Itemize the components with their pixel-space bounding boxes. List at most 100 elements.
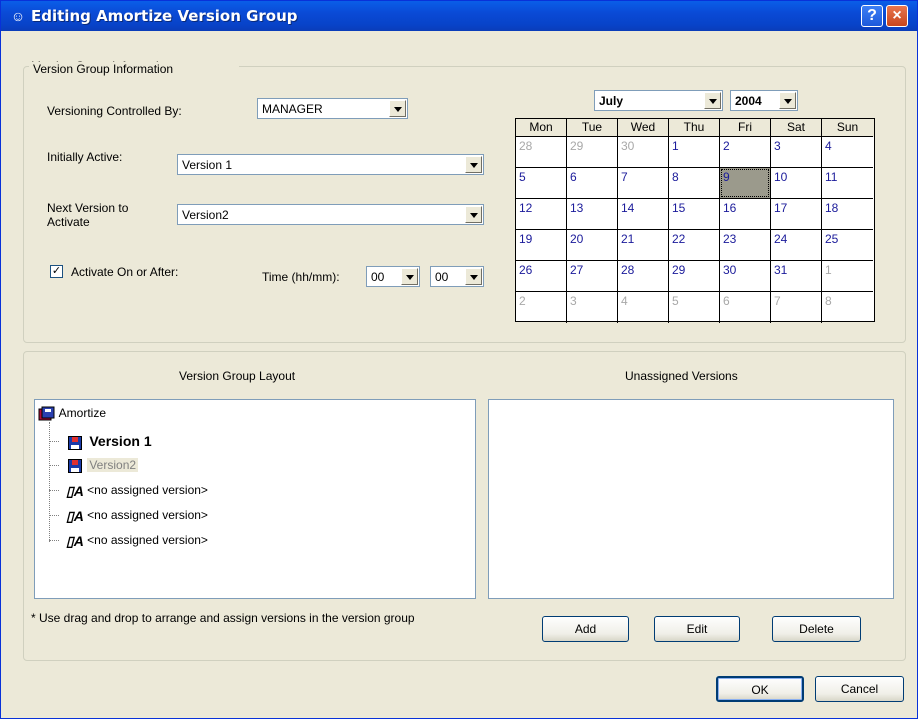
calendar-day[interactable]: 22 bbox=[669, 230, 720, 261]
tree-item-label: <no assigned version> bbox=[87, 483, 208, 497]
cancel-button[interactable]: Cancel bbox=[815, 676, 904, 702]
year-select[interactable]: 2004 bbox=[730, 90, 798, 111]
chevron-down-icon[interactable] bbox=[465, 156, 482, 173]
time-label: Time (hh/mm): bbox=[262, 270, 340, 284]
tree-connector bbox=[49, 540, 59, 541]
calendar-day[interactable]: 25 bbox=[822, 230, 873, 261]
calendar-day[interactable]: 18 bbox=[822, 199, 873, 230]
add-button[interactable]: Add bbox=[542, 616, 629, 642]
calendar-day[interactable]: 21 bbox=[618, 230, 669, 261]
group-icon bbox=[38, 406, 56, 422]
calendar-day[interactable]: 12 bbox=[516, 199, 567, 230]
help-button[interactable]: ? bbox=[861, 5, 883, 27]
calendar-day[interactable]: 7 bbox=[618, 168, 669, 199]
day-header: Thu bbox=[669, 119, 720, 137]
calendar-day[interactable]: 1 bbox=[669, 137, 720, 168]
calendar-day[interactable]: 26 bbox=[516, 261, 567, 292]
controlled-by-value: MANAGER bbox=[262, 102, 323, 116]
day-header: Fri bbox=[720, 119, 771, 137]
calendar-day-selected[interactable]: 9 bbox=[720, 168, 771, 199]
version-icon bbox=[68, 435, 82, 450]
calendar-day[interactable]: 28 bbox=[618, 261, 669, 292]
app-icon: ☺ bbox=[10, 8, 26, 24]
tree-item-empty[interactable]: ▯A <no assigned version> bbox=[66, 480, 208, 500]
tree-connector bbox=[49, 515, 59, 516]
calendar-day[interactable]: 4 bbox=[822, 137, 873, 168]
unassigned-versions-list[interactable] bbox=[488, 399, 894, 599]
tree-root-label: Amortize bbox=[58, 406, 107, 420]
tree-root[interactable]: Amortize bbox=[38, 403, 106, 423]
next-version-label: Next Version to Activate bbox=[47, 201, 129, 229]
calendar-day[interactable]: 4 bbox=[618, 292, 669, 323]
calendar-day[interactable]: 20 bbox=[567, 230, 618, 261]
calendar-day[interactable]: 30 bbox=[618, 137, 669, 168]
layout-tree[interactable]: Amortize Version 1 Version2 ▯A <no assig… bbox=[34, 399, 476, 599]
chevron-down-icon[interactable] bbox=[704, 92, 721, 109]
calendar-day[interactable]: 5 bbox=[669, 292, 720, 323]
calendar-day[interactable]: 6 bbox=[567, 168, 618, 199]
calendar-day[interactable]: 3 bbox=[771, 137, 822, 168]
calendar-day[interactable]: 8 bbox=[669, 168, 720, 199]
tree-item-version2[interactable]: Version2 bbox=[68, 455, 139, 475]
ok-button[interactable]: OK bbox=[716, 676, 804, 702]
initially-active-select[interactable]: Version 1 bbox=[177, 154, 484, 175]
day-header: Wed bbox=[618, 119, 669, 137]
day-header: Tue bbox=[567, 119, 618, 137]
calendar-grid: Mon Tue Wed Thu Fri Sat Sun 28 29 30 1 2 3 4 5 6… bbox=[515, 118, 875, 323]
tree-item-version-1[interactable]: Version 1 bbox=[68, 431, 152, 451]
layout-header: Version Group Layout bbox=[179, 369, 296, 383]
group-legend-label: Version Group Information bbox=[33, 62, 174, 76]
calendar-day[interactable]: 17 bbox=[771, 199, 822, 230]
calendar-day[interactable]: 1 bbox=[822, 261, 873, 292]
calendar-day[interactable]: 13 bbox=[567, 199, 618, 230]
calendar-day[interactable]: 15 bbox=[669, 199, 720, 230]
calendar-day[interactable]: 8 bbox=[822, 292, 873, 323]
calendar-day[interactable]: 30 bbox=[720, 261, 771, 292]
calendar-day[interactable]: 11 bbox=[822, 168, 873, 199]
version-icon bbox=[68, 458, 82, 473]
month-select[interactable]: July bbox=[594, 90, 723, 111]
controlled-by-select[interactable]: MANAGER bbox=[257, 98, 408, 119]
calendar-day[interactable]: 2 bbox=[516, 292, 567, 323]
calendar-day[interactable]: 29 bbox=[567, 137, 618, 168]
tree-item-empty[interactable]: ▯A <no assigned version> bbox=[66, 530, 208, 550]
chevron-down-icon[interactable] bbox=[465, 206, 482, 223]
next-version-select[interactable]: Version2 bbox=[177, 204, 484, 225]
calendar-day[interactable]: 16 bbox=[720, 199, 771, 230]
controlled-by-label: Versioning Controlled By: bbox=[47, 104, 182, 118]
unassigned-icon: ▯A bbox=[66, 532, 84, 549]
tree-connector bbox=[49, 441, 59, 442]
month-value: July bbox=[599, 94, 624, 108]
calendar-day[interactable]: 29 bbox=[669, 261, 720, 292]
chevron-down-icon[interactable] bbox=[389, 100, 406, 117]
close-button[interactable]: × bbox=[886, 5, 908, 27]
calendar-day[interactable]: 23 bbox=[720, 230, 771, 261]
calendar-day[interactable]: 10 bbox=[771, 168, 822, 199]
activate-label: Activate On or After: bbox=[71, 265, 179, 279]
calendar-day[interactable]: 31 bbox=[771, 261, 822, 292]
calendar-day[interactable]: 19 bbox=[516, 230, 567, 261]
chevron-down-icon[interactable] bbox=[779, 92, 796, 109]
calendar-day[interactable]: 3 bbox=[567, 292, 618, 323]
calendar-day[interactable]: 27 bbox=[567, 261, 618, 292]
calendar-day[interactable]: 28 bbox=[516, 137, 567, 168]
calendar-day[interactable]: 24 bbox=[771, 230, 822, 261]
hour-select[interactable]: 00 bbox=[366, 266, 420, 287]
tree-item-empty[interactable]: ▯A <no assigned version> bbox=[66, 505, 208, 525]
edit-button[interactable]: Edit bbox=[654, 616, 740, 642]
next-version-value: Version2 bbox=[182, 208, 229, 222]
calendar-day[interactable]: 7 bbox=[771, 292, 822, 323]
minute-select[interactable]: 00 bbox=[430, 266, 484, 287]
calendar-day[interactable]: 14 bbox=[618, 199, 669, 230]
calendar-day[interactable]: 6 bbox=[720, 292, 771, 323]
unassigned-icon: ▯A bbox=[66, 482, 84, 499]
chevron-down-icon[interactable] bbox=[465, 268, 482, 285]
calendar-header: Mon Tue Wed Thu Fri Sat Sun bbox=[516, 119, 874, 137]
chevron-down-icon[interactable] bbox=[401, 268, 418, 285]
delete-button[interactable]: Delete bbox=[772, 616, 861, 642]
activate-checkbox[interactable]: ✓ bbox=[50, 265, 63, 278]
calendar-day[interactable]: 2 bbox=[720, 137, 771, 168]
calendar-day[interactable]: 5 bbox=[516, 168, 567, 199]
window-title: Editing Amortize Version Group bbox=[31, 7, 298, 25]
title-bar[interactable]: ☺ Editing Amortize Version Group ? × bbox=[1, 1, 917, 31]
